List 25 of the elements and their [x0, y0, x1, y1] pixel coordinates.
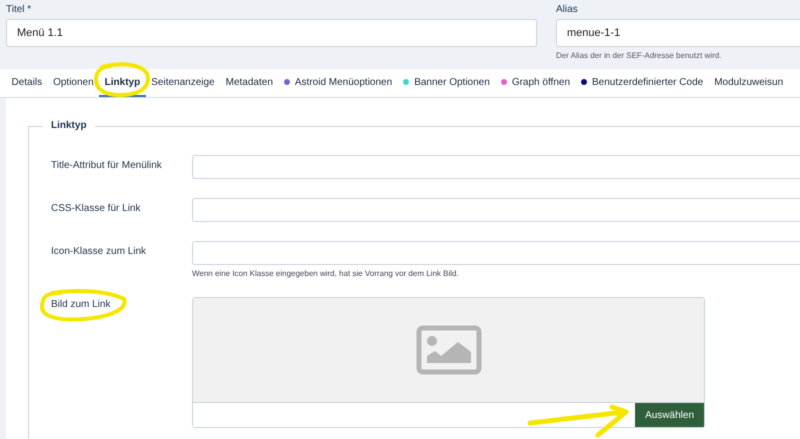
field-label: CSS-Klasse für Link	[51, 203, 140, 214]
text-input[interactable]	[192, 155, 800, 179]
field-label: Title-Attribut für Menülink	[51, 160, 162, 171]
fieldset-legend: Linktyp	[43, 120, 95, 131]
text-input[interactable]	[192, 241, 800, 265]
tab[interactable]: Banner Optionen	[398, 69, 496, 97]
tab[interactable]: Metadaten	[220, 69, 278, 97]
field-hint: Wenn eine Icon Klasse eingegeben wird, hat sie Vorrang vor dem Link Bild.	[192, 269, 460, 278]
alias-input[interactable]: menue-1-1	[556, 19, 800, 47]
field-label: Titel *	[6, 4, 32, 16]
tab[interactable]: Optionen	[48, 69, 100, 97]
tab[interactable]: Modulzuweisun	[708, 69, 789, 97]
field-label: Alias	[556, 4, 579, 16]
field-label: Bild zum Link	[51, 299, 110, 310]
image-placeholder-icon	[416, 325, 482, 375]
tab[interactable]: Graph öffnen	[495, 69, 576, 97]
field-label: Icon-Klasse zum Link	[51, 246, 146, 257]
tab[interactable]: Benutzerdefinierter Code	[576, 69, 709, 97]
tab[interactable]: Astroid Menüoptionen	[278, 69, 398, 97]
field-hint: Der Alias der in der SEF-Adresse benutzt wird.	[556, 51, 722, 60]
text-input[interactable]	[192, 198, 800, 222]
tab[interactable]: Seitenanzeige	[146, 69, 220, 97]
select-button[interactable]: Auswählen	[635, 403, 704, 427]
tab[interactable]: Details	[6, 69, 48, 97]
title-input[interactable]: Menü 1.1	[6, 19, 537, 47]
